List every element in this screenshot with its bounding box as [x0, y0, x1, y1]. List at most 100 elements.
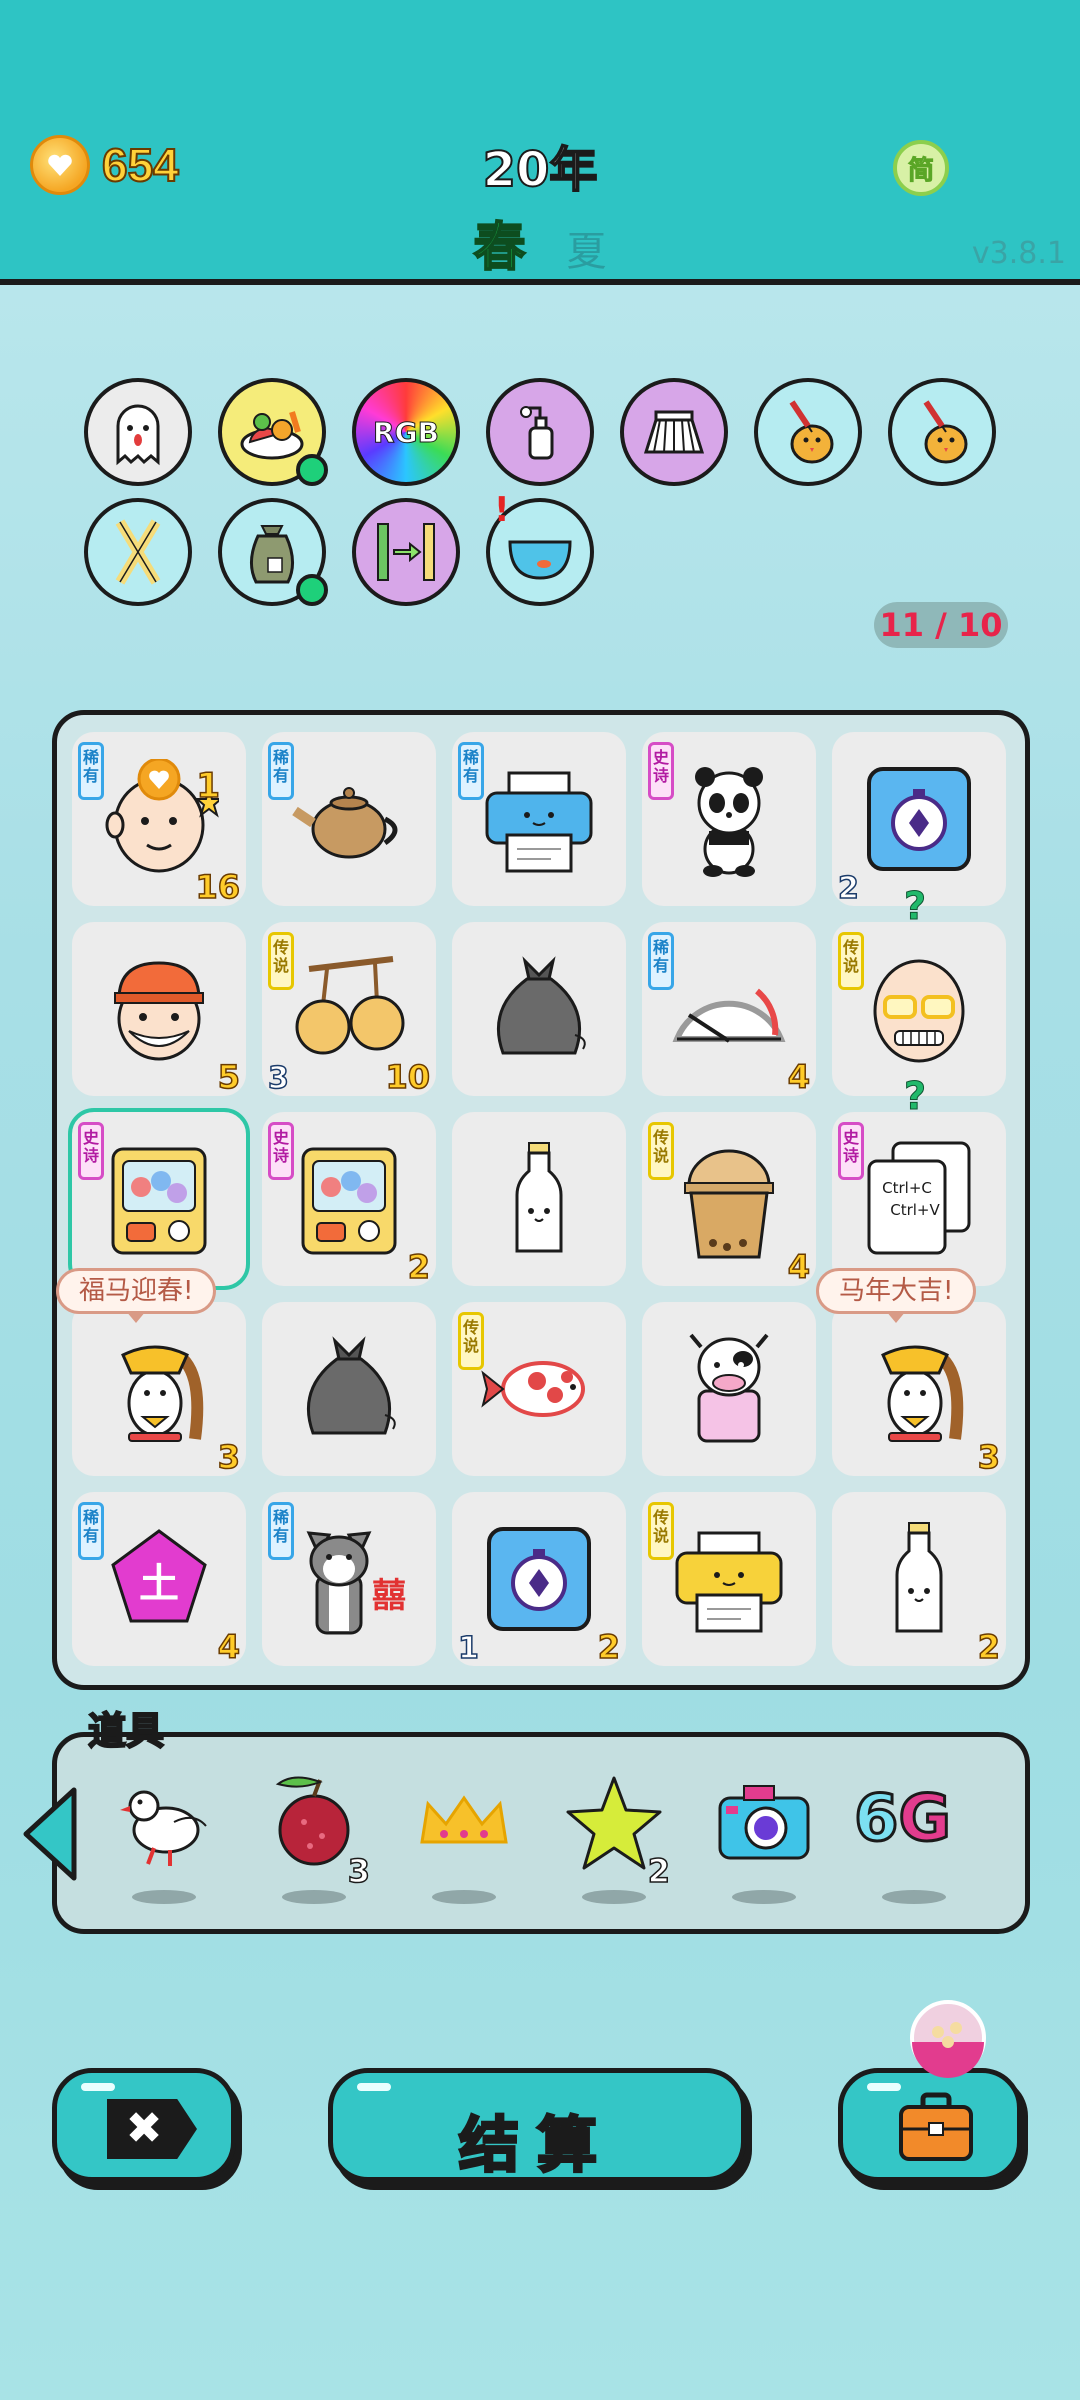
language-label: 简: [907, 155, 934, 186]
item-count: 5: [217, 1057, 241, 1097]
rarity-badge-legend: 传说: [458, 1312, 484, 1370]
board-tile[interactable]: 稀有: [262, 732, 436, 906]
prop-shadow: [432, 1890, 496, 1904]
prop-slot[interactable]: 2: [554, 1772, 674, 1904]
board-tile[interactable]: 5: [72, 922, 246, 1097]
board-tile[interactable]: 史诗 2: [262, 1112, 436, 1287]
garbage-bag-icon: [306, 1336, 396, 1435]
bald-grandpa-glasses-icon: [873, 959, 965, 1063]
board-tile[interactable]: 稀有 1 16: [72, 732, 246, 907]
ctrl-v-label: Ctrl+V: [890, 1201, 940, 1219]
double-happiness-glyph: 囍: [372, 1576, 406, 1616]
board-tile[interactable]: [452, 922, 626, 1096]
pump-bottle-icon[interactable]: [486, 378, 594, 486]
rarity-badge-rare: 稀有: [458, 742, 484, 800]
prop-slot[interactable]: [104, 1772, 224, 1904]
prop-slot[interactable]: [404, 1772, 524, 1904]
chick-syringe-icon[interactable]: [754, 378, 862, 486]
teapot-icon: [292, 787, 398, 859]
board-tile[interactable]: 囍 稀有: [262, 1492, 436, 1666]
board-tile[interactable]: 传说 4: [642, 1112, 816, 1287]
board-tile[interactable]: 土 稀有 4: [72, 1492, 246, 1667]
cow-icon: [689, 1333, 769, 1443]
item-stack: 3: [267, 1060, 289, 1097]
prop-slot[interactable]: 3: [254, 1772, 374, 1904]
speech-bubble: 福马迎春!: [56, 1268, 217, 1323]
prop-shadow: [882, 1890, 946, 1904]
board-tile[interactable]: 传说 3 10: [262, 922, 436, 1097]
dove-icon: [120, 1790, 207, 1866]
item-count: 4: [787, 1057, 811, 1097]
board-tile[interactable]: [262, 1302, 436, 1476]
alert-mark: !: [494, 490, 510, 530]
gacha-machine-icon: [111, 1147, 207, 1255]
item-count: 3: [977, 1437, 1001, 1477]
board-tile[interactable]: 3: [832, 1302, 1006, 1477]
season-indicator: 春 夏: [0, 205, 1080, 280]
blue-printer-icon: [485, 771, 593, 873]
item-count: 4: [217, 1627, 241, 1667]
item-count: 2: [597, 1627, 621, 1667]
chick-syringe-icon[interactable]: [888, 378, 996, 486]
board-tile[interactable]: ? Ctrl+C Ctrl+V 史诗: [832, 1074, 1006, 1286]
seed-bag-icon[interactable]: [218, 498, 328, 606]
board-tile[interactable]: 史诗: [642, 732, 816, 906]
rarity-badge-rare: 稀有: [78, 742, 104, 800]
prop-shadow: [282, 1890, 346, 1904]
item-stack: 1: [457, 1630, 479, 1667]
ghost-icon[interactable]: [84, 378, 192, 486]
cancel-button[interactable]: ✖: [52, 2068, 236, 2182]
season-current: 春: [472, 217, 526, 279]
board-tile[interactable]: 传说: [452, 1302, 626, 1476]
props-title: 道具: [87, 1708, 165, 1754]
board-tile[interactable]: 传说: [642, 1492, 816, 1666]
fishbowl-icon[interactable]: !: [486, 490, 594, 606]
speech-bubble: 马年大吉!: [816, 1268, 977, 1323]
item-count: 2: [977, 1627, 1001, 1667]
yellow-printer-icon: [675, 1531, 783, 1633]
board-tile[interactable]: [452, 1112, 626, 1286]
settle-label: 结算: [458, 2110, 615, 2183]
item-count: 16: [195, 867, 241, 907]
prop-slot[interactable]: 6G: [853, 1772, 974, 1904]
board-tile-selected[interactable]: 史诗: [68, 1108, 250, 1290]
rgb-orb-icon[interactable]: RGB: [352, 378, 460, 486]
svg-text:RGB: RGB: [373, 416, 439, 449]
rarity-badge-epic: 史诗: [268, 1122, 294, 1180]
ctrl-c-label: Ctrl+C: [882, 1179, 932, 1197]
pentagon-earth-icon: 土: [111, 1529, 207, 1623]
inventory-button[interactable]: [838, 2068, 1022, 2182]
rarity-badge-epic: 史诗: [838, 1122, 864, 1180]
prop-shadow: [582, 1890, 646, 1904]
board-tile[interactable]: 稀有 4: [642, 922, 816, 1097]
bamboo-swap-icon[interactable]: [352, 498, 460, 606]
rarity-badge-legend: 传说: [268, 932, 294, 990]
language-toggle-button[interactable]: 简: [893, 140, 949, 196]
husky-icon: 囍: [306, 1531, 406, 1635]
board-tile[interactable]: 2: [832, 1492, 1006, 1667]
board-tile[interactable]: [642, 1302, 816, 1476]
panda-icon: [695, 767, 763, 877]
fruit-plate-icon[interactable]: [218, 378, 328, 486]
board-tile[interactable]: 稀有: [452, 732, 626, 906]
gacha-machine-icon: [301, 1147, 397, 1255]
prop-shadow: [132, 1890, 196, 1904]
prop-slot[interactable]: [704, 1772, 824, 1904]
crossed-sticks-icon[interactable]: [84, 498, 192, 606]
chevron-left-icon[interactable]: [20, 1786, 80, 1882]
prop-count: 2: [647, 1851, 671, 1891]
garbage-bag-icon: [496, 956, 586, 1055]
board-tile[interactable]: 1 2: [452, 1492, 626, 1667]
settle-button[interactable]: 结算: [328, 2068, 746, 2183]
rarity-badge-rare: 稀有: [648, 932, 674, 990]
item-count: 10: [385, 1057, 431, 1097]
camera-icon: [718, 1785, 810, 1860]
pleated-skirt-icon[interactable]: [620, 378, 728, 486]
capsule-ball-icon[interactable]: [908, 1998, 988, 2078]
prop-count: 3: [347, 1851, 371, 1891]
board-tile[interactable]: 3: [72, 1302, 246, 1477]
board-tile[interactable]: 2: [832, 732, 1006, 907]
board-tile[interactable]: ? 传说: [832, 884, 1006, 1096]
crown-icon: [420, 1795, 508, 1844]
stopwatch-card-icon: [867, 767, 971, 871]
